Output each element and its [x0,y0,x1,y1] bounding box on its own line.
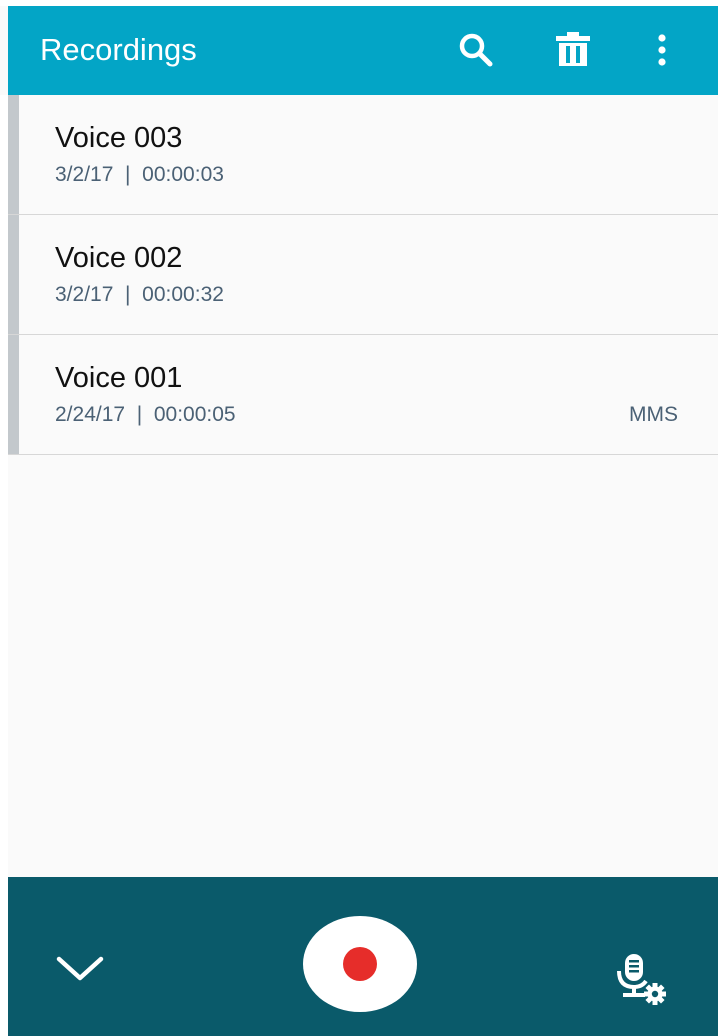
item-marker [8,95,19,214]
page-title: Recordings [40,32,197,67]
mic-settings-icon [617,954,666,1005]
recording-date-duration: 3/2/17 | 00:00:03 [55,163,224,186]
delete-icon [556,32,590,66]
record-button[interactable] [303,916,417,1012]
mic-settings-button[interactable] [612,951,672,1011]
more-options-icon [658,34,666,66]
recording-date-duration: 2/24/17 | 00:00:05 [55,403,236,426]
recording-date-duration: 3/2/17 | 00:00:32 [55,283,224,306]
recording-tag-mms: MMS [629,403,678,426]
more-options-button[interactable] [638,26,686,74]
recording-item[interactable]: Voice 003 3/2/17 | 00:00:03 [8,95,718,215]
app-bar: Recordings [8,6,718,95]
record-icon [343,947,377,981]
recording-item[interactable]: Voice 002 3/2/17 | 00:00:32 [8,215,718,335]
item-marker [8,215,19,334]
left-edge [0,95,8,1036]
recording-name: Voice 003 [55,122,183,154]
recording-name: Voice 002 [55,242,183,274]
bottom-bar [8,877,718,1036]
collapse-button[interactable] [54,950,106,986]
item-marker [8,335,19,454]
delete-button[interactable] [549,26,597,74]
recording-name: Voice 001 [55,362,183,394]
recording-item[interactable]: Voice 001 2/24/17 | 00:00:05 MMS [8,335,718,455]
voice-recorder-screen: Recordings Voice 003 3/2/17 | 00:00:03 V… [0,0,718,1036]
search-icon [459,33,493,67]
search-button[interactable] [452,26,500,74]
recordings-list: Voice 003 3/2/17 | 00:00:03 Voice 002 3/… [8,95,718,455]
chevron-down-icon [56,956,104,981]
